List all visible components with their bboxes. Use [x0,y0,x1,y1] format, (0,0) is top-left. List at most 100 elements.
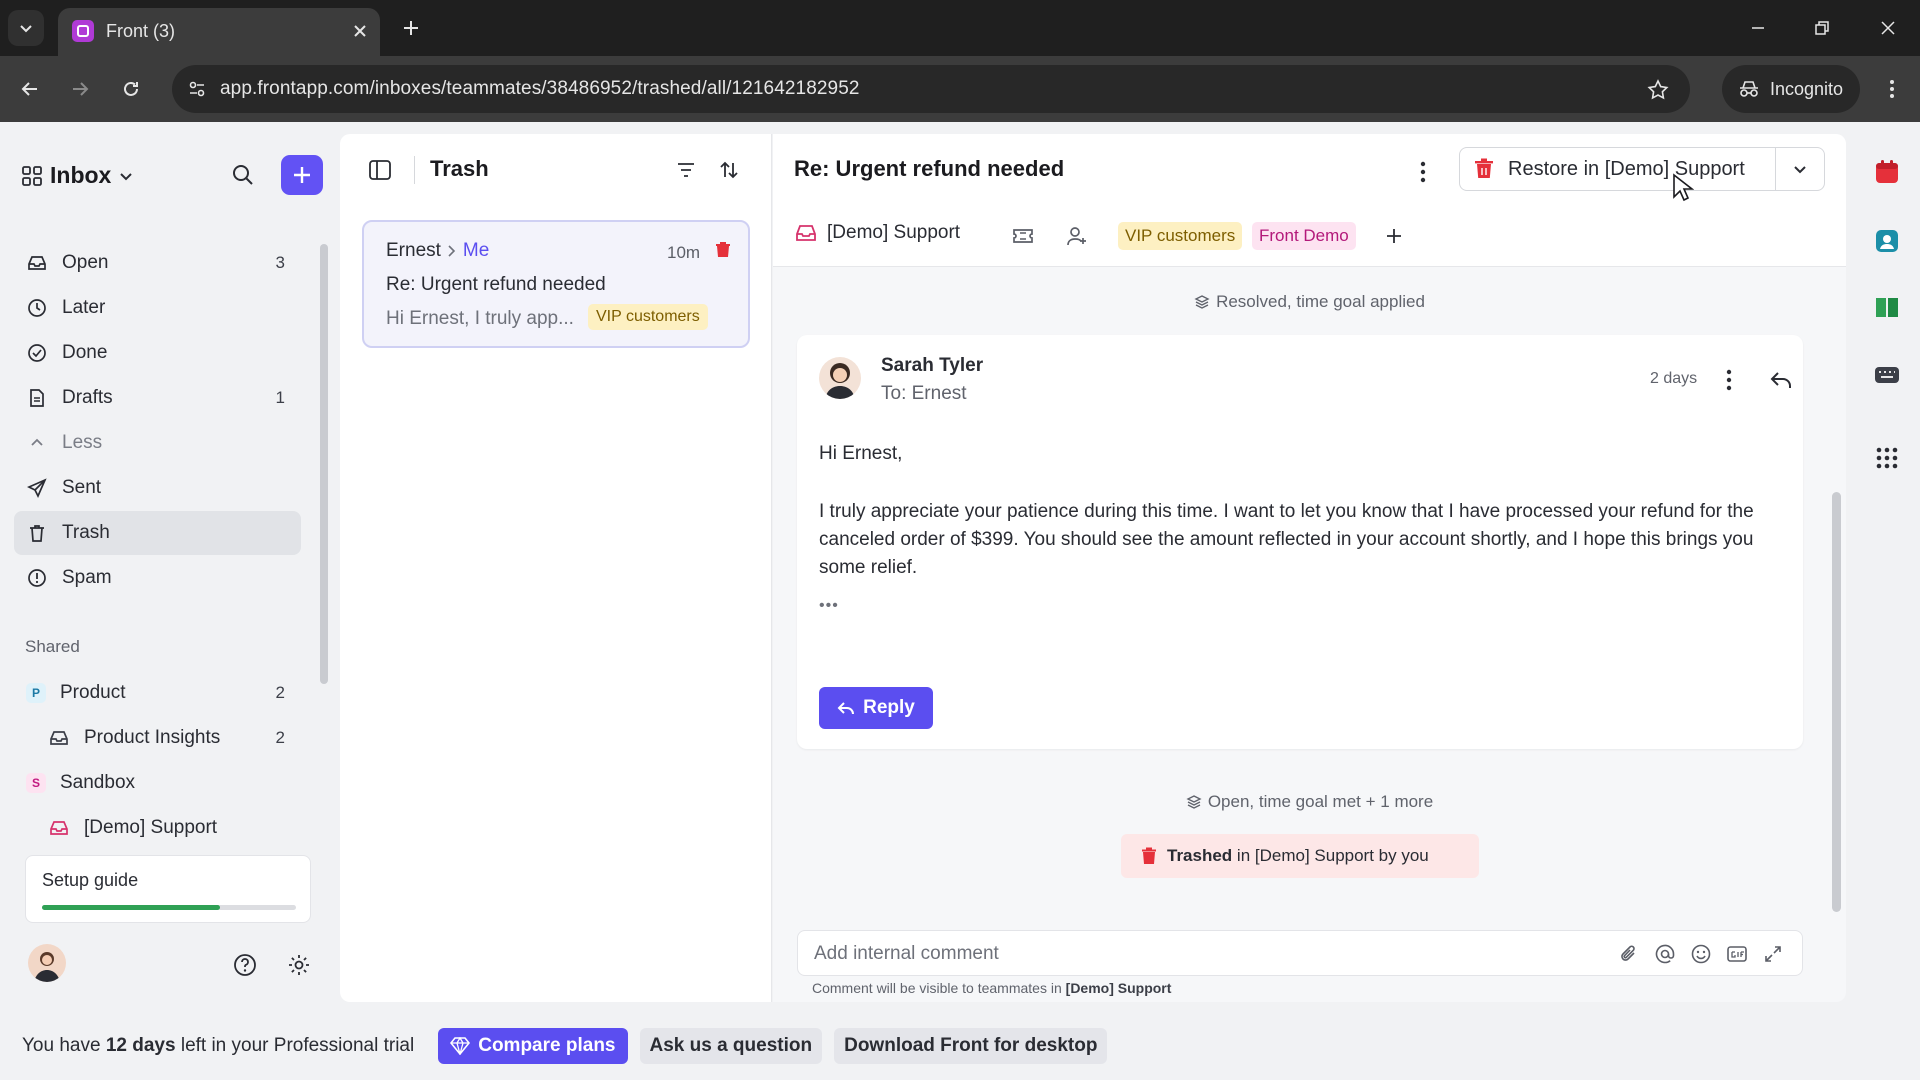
plus-icon [294,167,310,183]
browser-menu-button[interactable] [1874,71,1910,107]
sidebar-item-drafts[interactable]: Drafts 1 [14,376,301,420]
mention-icon[interactable] [1652,941,1678,967]
tag-front-demo[interactable]: Front Demo [1252,222,1356,250]
minimize-button[interactable] [1738,10,1778,46]
shared-heading: Shared [25,637,80,656]
avatar[interactable] [28,944,66,982]
message-more-button[interactable] [1715,366,1743,394]
sidebar-item-label: Trash [62,522,110,543]
add-tag-button[interactable] [1380,222,1408,250]
sidebar-item-label: Product Insights [84,727,221,748]
address-bar[interactable]: app.frontapp.com/inboxes/teammates/38486… [172,65,1690,113]
team-badge: S [26,773,46,793]
sidebar-item-label: Product [60,682,126,703]
ticket-icon [1013,229,1033,243]
trash-icon [26,522,48,544]
site-info-icon[interactable] [182,74,212,104]
sidebar-item-open[interactable]: Open 3 [14,241,301,285]
sidebar-item-label: Spam [62,567,112,588]
restore-button[interactable]: Restore in [Demo] Support [1460,148,1776,190]
bookmark-star-icon[interactable] [1644,76,1672,104]
tag-vip-customers[interactable]: VIP customers [1118,222,1243,250]
ask-question-button[interactable]: Ask us a question [639,1028,823,1064]
tab-close-icon[interactable] [348,19,372,43]
restore-window-button[interactable] [1802,10,1842,46]
calendar-icon[interactable] [1872,157,1902,187]
toggle-sidebar-button[interactable] [366,156,394,184]
message-card[interactable]: Sarah Tyler To: Ernest 2 days Hi Ernest,… [797,335,1803,749]
reply-icon [837,702,855,715]
settings-button[interactable] [285,951,313,979]
inbox-icon [796,225,816,241]
url-text[interactable]: app.frontapp.com/inboxes/teammates/38486… [220,78,860,100]
new-tab-button[interactable] [395,12,427,44]
setup-guide-card[interactable]: Setup guide [25,855,311,923]
trash-icon [1475,158,1493,178]
conversation-scrollbar[interactable] [1832,492,1841,912]
restore-options-dropdown[interactable] [1776,148,1824,190]
attachment-icon[interactable] [1616,941,1642,967]
conversation-more-button[interactable] [1409,158,1437,186]
chevron-up-icon [26,432,48,454]
sidebar-item-product-insights[interactable]: Product Insights 2 [14,716,301,760]
sidebar-scrollbar[interactable] [320,244,328,684]
close-window-button[interactable] [1868,10,1908,46]
draft-icon [26,387,48,409]
sidebar-item-less[interactable]: Less [14,421,301,465]
expand-icon[interactable] [1760,941,1786,967]
inbox-icon [48,817,70,839]
emoji-icon[interactable] [1688,941,1714,967]
conversation-inbox[interactable]: [Demo] Support [795,222,960,244]
tab-search-button[interactable] [8,10,44,46]
arrow-right-icon [73,82,89,96]
inbox-switcher[interactable]: Inbox [22,162,133,189]
assign-teammate-button[interactable] [1063,222,1091,250]
contact-card-icon[interactable] [1872,226,1902,256]
conversation-list-item[interactable]: Ernest Me 10m Re: Urgent refund needed H… [362,220,750,348]
trashed-notice-text: in [Demo] Support by you [1232,846,1429,865]
keyboard-icon[interactable] [1872,360,1902,390]
sidebar-item-demo-support[interactable]: [Demo] Support [14,806,301,850]
sidebar-item-product[interactable]: P Product 2 [14,671,301,715]
reload-button[interactable] [113,71,149,107]
book-icon[interactable] [1872,292,1902,322]
conversation-from: Ernest [386,240,441,261]
restore-button-group: Restore in [Demo] Support [1459,147,1825,191]
browser-tab-active[interactable]: Front (3) [58,8,380,56]
sidebar-item-later[interactable]: Later [14,286,301,330]
layers-icon [1186,795,1202,809]
reply-button[interactable]: Reply [819,687,933,729]
kebab-menu-icon [1420,161,1426,183]
message-body: I truly appreciate your patience during … [819,501,1754,578]
sidebar-item-trash[interactable]: Trash [14,511,301,555]
sidebar-item-label: Sent [62,477,102,498]
reply-icon[interactable] [1767,366,1795,394]
download-desktop-button[interactable]: Download Front for desktop [834,1028,1108,1064]
comment-input[interactable] [814,941,1454,967]
sidebar-item-done[interactable]: Done [14,331,301,375]
incognito-icon [1740,81,1758,97]
conversation-tag[interactable]: VIP customers [588,304,708,330]
trial-banner: You have 12 days left in your Profession… [0,1012,1920,1080]
sidebar-item-sandbox[interactable]: S Sandbox [14,761,301,805]
apps-grid-icon[interactable] [1872,443,1902,473]
sort-button[interactable] [715,156,743,184]
forward-button[interactable] [62,71,98,107]
incognito-indicator[interactable]: Incognito [1722,65,1860,113]
incognito-label: Incognito [1770,78,1844,99]
compare-plans-button[interactable]: Compare plans [438,1028,628,1064]
show-quoted-text-button[interactable]: ••• [819,597,839,615]
sidebar-item-label: Open [62,252,109,273]
sidebar-item-sent[interactable]: Sent [14,466,301,510]
chevron-right-icon [448,245,456,257]
search-button[interactable] [228,160,258,190]
clock-icon [26,297,48,319]
filter-button[interactable] [672,156,700,184]
help-button[interactable] [231,951,259,979]
compose-button[interactable] [281,155,323,195]
assign-user-icon [1067,227,1086,246]
ticket-status-button[interactable] [1009,222,1037,250]
sidebar-item-spam[interactable]: Spam [14,556,301,600]
back-button[interactable] [12,71,48,107]
gif-icon[interactable] [1724,941,1750,967]
